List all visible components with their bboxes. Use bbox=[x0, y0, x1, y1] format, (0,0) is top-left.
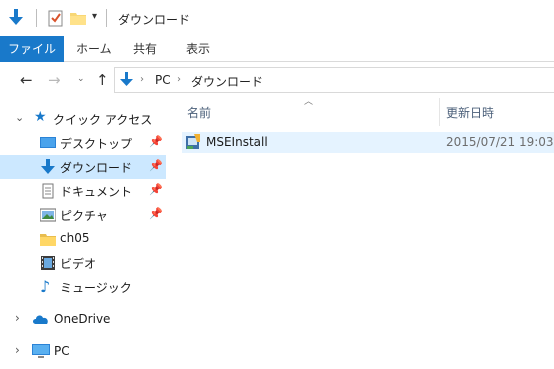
navigation-pane: ⌄ ★ クイック アクセス デスクトップ 📌 ダウンロード 📌 ドキュメント 📌 bbox=[0, 98, 166, 369]
chevron-right-icon[interactable]: › bbox=[15, 311, 20, 325]
computer-icon bbox=[32, 344, 50, 362]
sidebar-item-label: クイック アクセス bbox=[53, 113, 153, 127]
explorer-window: ▾ ダウンロード ファイル ホーム 共有 表示 ← → ⌄ ↑ › PC › ダ… bbox=[0, 0, 554, 369]
address-bar[interactable]: › PC › ダウンロード bbox=[114, 67, 554, 93]
music-icon: ♪ bbox=[40, 277, 51, 296]
new-folder-icon[interactable] bbox=[70, 11, 86, 28]
customize-toolbar-dropdown-icon[interactable]: ▾ bbox=[92, 11, 97, 22]
file-list: ︿ 名前 更新日時 MSEInstall 2015/07/21 19:03 bbox=[166, 97, 554, 369]
up-arrow-icon[interactable]: ↑ bbox=[96, 71, 109, 89]
sidebar-item-label: デスクトップ bbox=[60, 137, 133, 151]
column-header-name[interactable]: 名前 bbox=[187, 104, 211, 121]
title-bar: ▾ ダウンロード bbox=[0, 0, 554, 36]
star-icon: ★ bbox=[34, 109, 47, 125]
video-icon bbox=[40, 255, 56, 271]
breadcrumb-downloads[interactable]: ダウンロード bbox=[191, 73, 263, 90]
download-location-icon bbox=[120, 72, 133, 91]
sidebar-item-label: OneDrive bbox=[54, 312, 111, 326]
sidebar-item-downloads[interactable]: ダウンロード 📌 bbox=[0, 155, 166, 179]
download-arrow-icon bbox=[40, 159, 56, 175]
forward-arrow-icon[interactable]: → bbox=[48, 71, 61, 89]
sidebar-item-label: PC bbox=[54, 344, 70, 358]
sidebar-item-label: ミュージック bbox=[60, 281, 132, 295]
sidebar-item-ch05[interactable]: ch05 bbox=[0, 227, 166, 251]
sort-ascending-icon: ︿ bbox=[304, 97, 314, 107]
ribbon-tabs: ファイル ホーム 共有 表示 bbox=[0, 36, 554, 62]
breadcrumb-separator-icon[interactable]: › bbox=[177, 74, 181, 85]
breadcrumb-pc[interactable]: PC bbox=[155, 73, 171, 87]
file-name: MSEInstall bbox=[206, 135, 268, 149]
sidebar-item-pc[interactable]: › PC bbox=[0, 340, 166, 364]
sidebar-item-music[interactable]: ♪ ミュージック bbox=[0, 275, 166, 299]
sidebar-item-label: ドキュメント bbox=[60, 185, 133, 199]
file-modified-date: 2015/07/21 19:03 bbox=[446, 135, 554, 149]
column-header-modified[interactable]: 更新日時 bbox=[446, 104, 494, 121]
back-arrow-icon[interactable]: ← bbox=[20, 71, 33, 89]
sidebar-item-videos[interactable]: ビデオ bbox=[0, 251, 166, 275]
picture-icon bbox=[39, 207, 57, 223]
column-divider[interactable] bbox=[439, 98, 440, 126]
chevron-right-icon[interactable]: › bbox=[15, 343, 20, 357]
sidebar-item-onedrive[interactable]: › OneDrive bbox=[0, 308, 166, 332]
tab-share[interactable]: 共有 bbox=[133, 36, 157, 62]
sidebar-item-label: ピクチャ bbox=[60, 209, 108, 223]
pin-icon: 📌 bbox=[149, 135, 163, 148]
sidebar-item-label: ビデオ bbox=[60, 257, 97, 271]
pin-icon: 📌 bbox=[149, 207, 163, 220]
sidebar-item-quick-access[interactable]: ⌄ ★ クイック アクセス bbox=[0, 107, 166, 131]
tab-home[interactable]: ホーム bbox=[76, 36, 112, 62]
sidebar-item-documents[interactable]: ドキュメント 📌 bbox=[0, 179, 166, 203]
installer-icon bbox=[185, 134, 201, 153]
sidebar-item-desktop[interactable]: デスクトップ 📌 bbox=[0, 131, 166, 155]
folder-icon bbox=[40, 231, 56, 247]
window-title: ダウンロード bbox=[118, 13, 191, 27]
desktop-icon bbox=[40, 135, 56, 151]
pin-icon: 📌 bbox=[149, 183, 163, 196]
navigation-bar: ← → ⌄ ↑ › PC › ダウンロード bbox=[0, 62, 554, 98]
table-row[interactable]: MSEInstall 2015/07/21 19:03 bbox=[182, 132, 554, 153]
sidebar-item-pictures[interactable]: ピクチャ 📌 bbox=[0, 203, 166, 227]
pin-icon: 📌 bbox=[149, 159, 163, 172]
download-arrow-icon[interactable] bbox=[8, 9, 24, 30]
cloud-icon bbox=[32, 313, 50, 328]
document-icon bbox=[40, 183, 56, 199]
tab-file[interactable]: ファイル bbox=[0, 36, 64, 62]
sidebar-item-label: ダウンロード bbox=[60, 161, 133, 175]
breadcrumb-separator-icon[interactable]: › bbox=[140, 74, 144, 85]
recent-locations-chevron-icon[interactable]: ⌄ bbox=[77, 74, 85, 84]
tab-view[interactable]: 表示 bbox=[186, 36, 210, 62]
properties-icon[interactable] bbox=[48, 10, 64, 30]
sidebar-item-label: ch05 bbox=[60, 231, 90, 245]
chevron-down-icon[interactable]: ⌄ bbox=[15, 111, 24, 124]
